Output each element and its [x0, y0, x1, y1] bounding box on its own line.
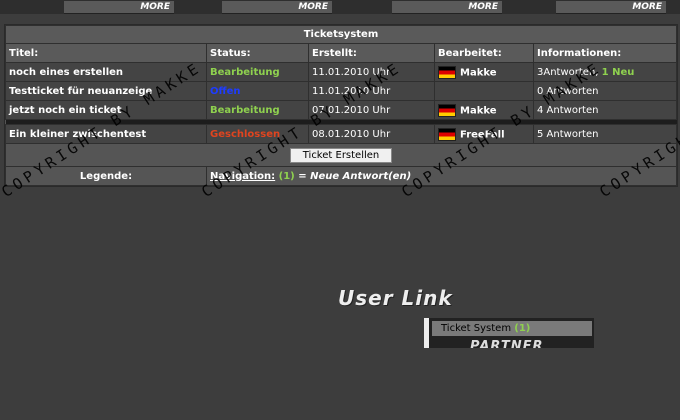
new-reply-badge: 1 Neu: [601, 66, 635, 78]
status-badge: Bearbeitung: [206, 62, 309, 82]
legend-count: (1): [278, 170, 295, 182]
column-header-status: Status:: [206, 43, 309, 63]
column-header-title: Titel:: [5, 43, 207, 63]
editor-name: Makke: [460, 105, 497, 116]
status-badge: Offen: [206, 81, 309, 101]
create-ticket-button[interactable]: Ticket Erstellen: [289, 147, 393, 163]
top-nav-bar: MORE MORE MORE MORE: [0, 0, 680, 14]
reply-count: 5 Antworten: [533, 124, 677, 144]
german-flag-icon: [438, 103, 456, 117]
ticket-system-link[interactable]: Ticket System (1): [432, 321, 592, 336]
german-flag-icon: [438, 127, 456, 141]
ticket-system-count: (1): [514, 323, 531, 334]
ticket-table-title: Ticketsystem: [5, 25, 677, 44]
button-row: Ticket Erstellen: [5, 143, 677, 167]
more-link[interactable]: MORE: [222, 1, 332, 14]
user-link-accent: [424, 318, 429, 348]
column-header-info: Informationen:: [533, 43, 677, 63]
editor-name: Makke: [460, 67, 497, 78]
ticket-system-label: Ticket System: [441, 323, 512, 334]
user-link-heading: User Link: [338, 286, 453, 310]
status-badge: Bearbeitung: [206, 100, 309, 120]
more-link[interactable]: MORE: [556, 1, 666, 14]
legend-text: = Neue Antwort(en): [298, 170, 412, 182]
column-header-edited: Bearbeitet:: [434, 43, 534, 63]
german-flag-icon: [438, 65, 456, 79]
created-date: 08.01.2010 Uhr: [308, 124, 435, 144]
more-link[interactable]: MORE: [392, 1, 502, 14]
column-header-created: Erstellt:: [308, 43, 435, 63]
more-link[interactable]: MORE: [64, 1, 174, 14]
editor-name: [434, 81, 534, 101]
partner-heading: PARTNER: [470, 339, 544, 348]
